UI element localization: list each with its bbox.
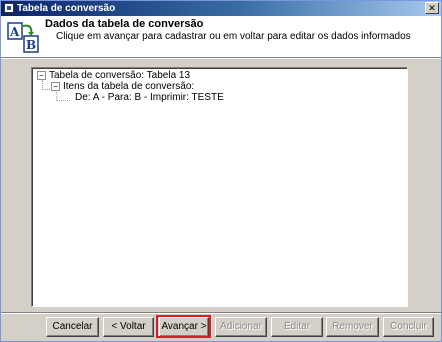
tree-child-collapse-icon[interactable]: − <box>51 82 60 91</box>
tree-item-leaf[interactable]: De: A - Para: B - Imprimir: TESTE <box>75 92 224 103</box>
app-icon <box>4 3 14 13</box>
cancel-button[interactable]: Cancelar <box>46 317 99 337</box>
tree-root-collapse-icon[interactable]: − <box>37 71 46 80</box>
tree-item-root-label: Tabela de conversão: Tabela 13 <box>49 70 191 81</box>
window-title: Tabela de conversão <box>17 3 116 14</box>
edit-button[interactable]: Editar <box>271 317 323 337</box>
conversion-table-dialog: Tabela de conversão ✕ A B Dados da tabel… <box>0 0 442 342</box>
add-button[interactable]: Adicionar <box>215 317 267 337</box>
title-bar: Tabela de conversão ✕ <box>1 1 441 16</box>
tree-item-root[interactable]: Tabela de conversão: Tabela 13 <box>49 70 190 81</box>
page-title: Dados da tabela de conversão <box>45 18 204 30</box>
tree-item-items-label: Itens da tabela de conversão: <box>63 81 195 92</box>
page-subtitle: Clique em avançar para cadastrar ou em v… <box>56 31 411 42</box>
logo-letter-a: A <box>9 25 20 39</box>
tree-item-leaf-label: De: A - Para: B - Imprimir: TESTE <box>75 92 224 103</box>
conversion-logo-icon: A B <box>7 22 39 53</box>
logo-letter-b: B <box>26 38 36 52</box>
close-icon[interactable]: ✕ <box>425 2 439 14</box>
remove-button[interactable]: Remover <box>326 317 379 337</box>
back-button[interactable]: < Voltar <box>103 317 154 337</box>
finish-button[interactable]: Concluir <box>383 317 434 337</box>
next-button-highlight <box>156 315 211 338</box>
tree-item-items[interactable]: Itens da tabela de conversão: <box>63 81 194 92</box>
summary-tree[interactable]: − Tabela de conversão: Tabela 13 − Itens… <box>31 67 408 307</box>
